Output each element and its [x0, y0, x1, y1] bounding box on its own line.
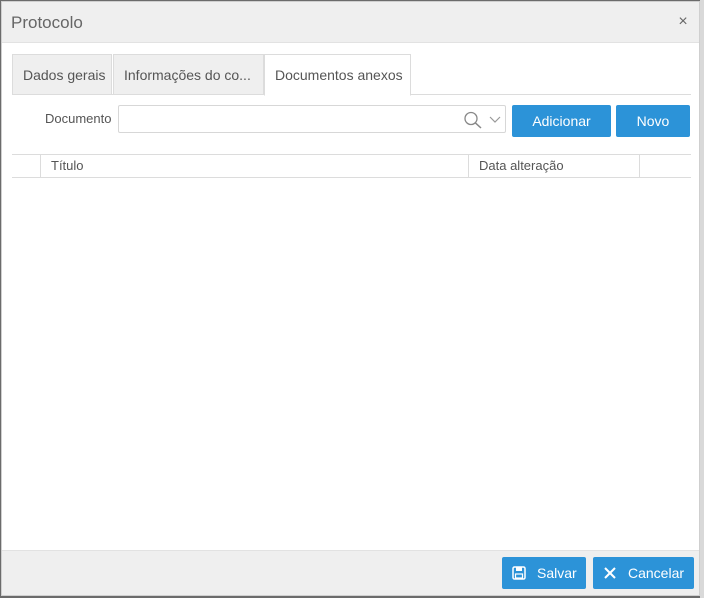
cancel-button[interactable]: Cancelar — [593, 557, 694, 589]
close-x-icon — [604, 567, 616, 579]
background-app-edge — [700, 0, 704, 598]
dialog-header: Protocolo × — [2, 2, 699, 43]
save-icon — [512, 566, 526, 580]
dialog-title: Protocolo — [11, 13, 83, 32]
save-button[interactable]: Salvar — [502, 557, 586, 589]
close-icon[interactable]: × — [676, 14, 690, 30]
tab-bar: Dados gerais Informações do co... Docume… — [12, 54, 691, 96]
search-icon[interactable] — [463, 111, 483, 129]
new-button[interactable]: Novo — [616, 105, 690, 137]
document-input[interactable] — [121, 108, 451, 130]
save-label: Salvar — [537, 565, 577, 581]
dialog-footer: Salvar Cancelar — [2, 550, 699, 595]
tab-dados-gerais[interactable]: Dados gerais — [12, 54, 112, 95]
add-button[interactable]: Adicionar — [512, 105, 611, 137]
protocol-dialog: Protocolo × Dados gerais Informações do … — [1, 1, 700, 596]
tab-documentos-anexos[interactable]: Documentos anexos — [264, 54, 411, 96]
column-header-data-alteracao[interactable]: Data alteração — [469, 155, 640, 177]
chevron-down-icon[interactable] — [489, 114, 501, 124]
column-header-actions — [640, 155, 691, 177]
table-header: Título Data alteração — [12, 154, 691, 178]
table-body — [12, 178, 691, 548]
document-label: Documento — [45, 111, 112, 126]
tab-informacoes[interactable]: Informações do co... — [113, 54, 264, 95]
document-combobox[interactable] — [118, 105, 506, 133]
column-header-titulo[interactable]: Título — [41, 155, 469, 177]
cancel-label: Cancelar — [628, 565, 685, 581]
column-header-select[interactable] — [12, 155, 41, 177]
